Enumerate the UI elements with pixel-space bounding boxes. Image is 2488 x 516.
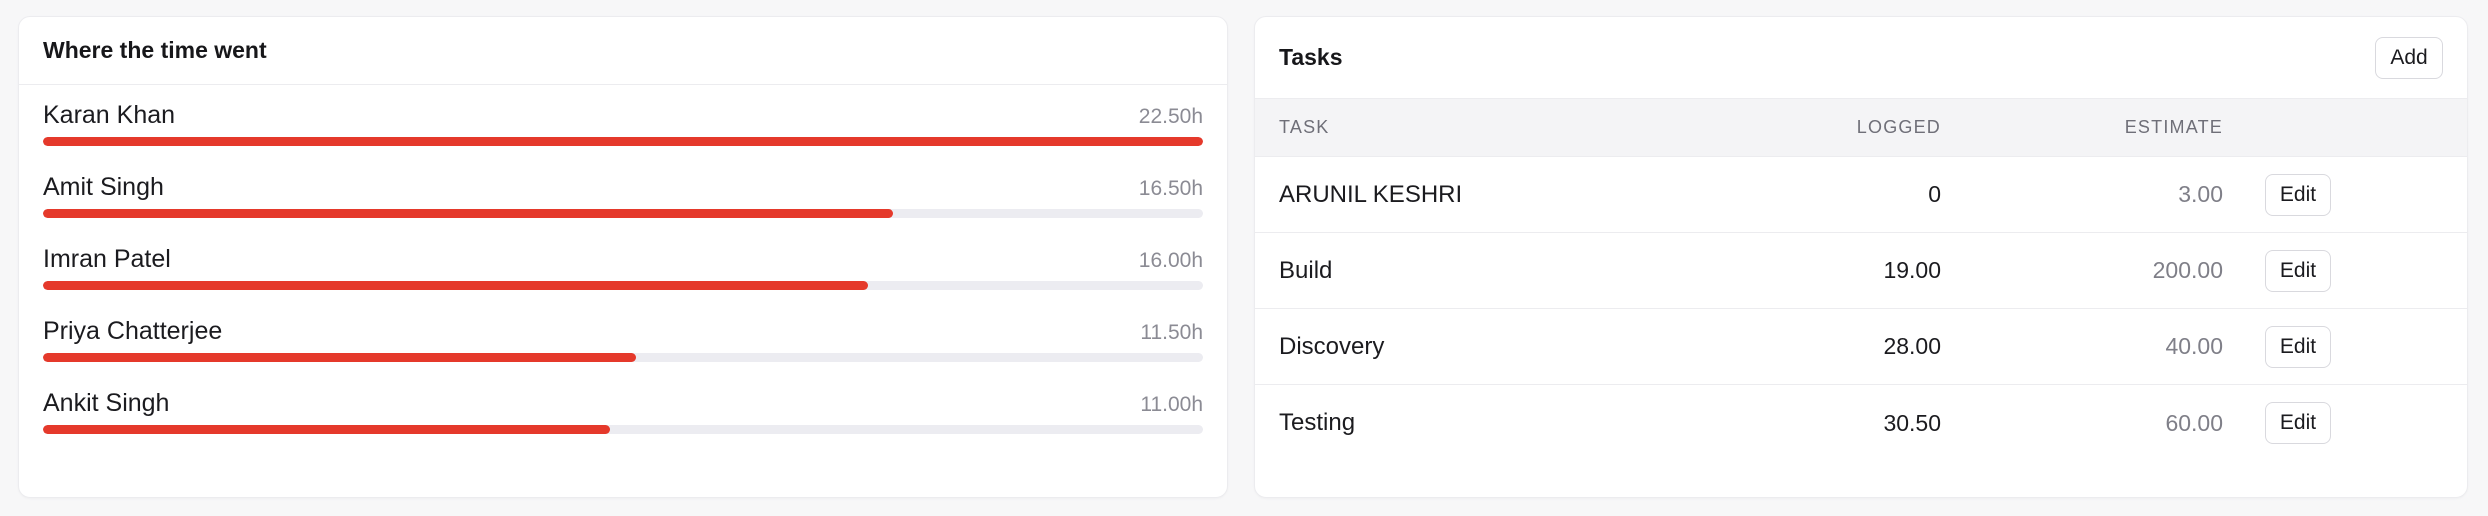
person-name: Amit Singh bbox=[43, 173, 164, 201]
progress-fill bbox=[43, 353, 636, 362]
task-name: Build bbox=[1279, 256, 1333, 284]
time-breakdown-header: Where the time went bbox=[19, 17, 1227, 85]
estimate-column-header: ESTIMATE bbox=[2124, 117, 2223, 137]
person-hours: 22.50h bbox=[1138, 105, 1203, 128]
estimate-value: 60.00 bbox=[2165, 409, 2223, 436]
person-row: Ankit Singh 11.00h bbox=[43, 373, 1203, 445]
time-breakdown-list: Karan Khan 22.50h Amit Singh 16.50h Imra… bbox=[19, 85, 1227, 445]
logged-value: 0 bbox=[1928, 181, 1941, 207]
table-row: Discovery 28.00 40.00 Edit bbox=[1255, 309, 2467, 385]
task-column-header: TASK bbox=[1279, 117, 1330, 137]
time-breakdown-card: Where the time went Karan Khan 22.50h Am… bbox=[18, 16, 1228, 498]
task-name: Discovery bbox=[1279, 332, 1385, 360]
person-row: Amit Singh 16.50h bbox=[43, 157, 1203, 229]
row-actions: Edit bbox=[2235, 173, 2467, 216]
estimate-value: 200.00 bbox=[2152, 257, 2223, 283]
progress-track bbox=[43, 425, 1203, 434]
logged-value: 30.50 bbox=[1883, 409, 1941, 436]
logged-column-header: LOGGED bbox=[1856, 117, 1941, 137]
person-name: Karan Khan bbox=[43, 101, 176, 129]
table-row: Testing 30.50 60.00 Edit bbox=[1255, 385, 2467, 461]
tasks-title: Tasks bbox=[1279, 44, 1343, 70]
tasks-card: Tasks Add TASK LOGGED ESTIMATE ARUNIL KE… bbox=[1254, 16, 2468, 498]
person-hours: 11.00h bbox=[1140, 393, 1203, 416]
logged-value: 19.00 bbox=[1883, 257, 1941, 283]
time-breakdown-title: Where the time went bbox=[43, 37, 267, 63]
person-name: Priya Chatterjee bbox=[43, 317, 223, 345]
logged-value: 28.00 bbox=[1883, 333, 1941, 359]
progress-fill bbox=[43, 281, 868, 290]
row-actions: Edit bbox=[2235, 249, 2467, 292]
table-row: ARUNIL KESHRI 0 3.00 Edit bbox=[1255, 157, 2467, 233]
page: Where the time went Karan Khan 22.50h Am… bbox=[0, 0, 2488, 516]
estimate-value: 3.00 bbox=[2178, 181, 2223, 207]
row-actions: Edit bbox=[2235, 325, 2467, 368]
person-hours: 16.50h bbox=[1138, 177, 1203, 200]
tasks-header: Tasks Add bbox=[1255, 17, 2467, 99]
table-row: Build 19.00 200.00 Edit bbox=[1255, 233, 2467, 309]
person-row: Imran Patel 16.00h bbox=[43, 229, 1203, 301]
person-row: Priya Chatterjee 11.50h bbox=[43, 301, 1203, 373]
progress-track bbox=[43, 137, 1203, 146]
person-row: Karan Khan 22.50h bbox=[43, 85, 1203, 157]
progress-fill bbox=[43, 425, 611, 434]
edit-task-button[interactable]: Edit bbox=[2265, 173, 2331, 216]
progress-fill bbox=[43, 209, 894, 218]
person-hours: 16.00h bbox=[1138, 249, 1203, 272]
edit-task-button[interactable]: Edit bbox=[2265, 325, 2331, 368]
tasks-table-header: TASK LOGGED ESTIMATE bbox=[1255, 99, 2467, 157]
estimate-value: 40.00 bbox=[2165, 333, 2223, 359]
progress-track bbox=[43, 209, 1203, 218]
add-task-button[interactable]: Add bbox=[2375, 36, 2443, 79]
progress-track bbox=[43, 353, 1203, 362]
edit-task-button[interactable]: Edit bbox=[2265, 249, 2331, 292]
person-name: Imran Patel bbox=[43, 245, 171, 273]
edit-task-button[interactable]: Edit bbox=[2265, 402, 2331, 444]
task-name: Testing bbox=[1279, 409, 1356, 436]
progress-track bbox=[43, 281, 1203, 290]
person-name: Ankit Singh bbox=[43, 389, 170, 417]
person-hours: 11.50h bbox=[1140, 321, 1203, 344]
task-name: ARUNIL KESHRI bbox=[1279, 180, 1463, 208]
tasks-table-body: ARUNIL KESHRI 0 3.00 Edit Build 19.00 20… bbox=[1255, 157, 2467, 461]
progress-fill bbox=[43, 137, 1203, 146]
row-actions: Edit bbox=[2235, 402, 2467, 444]
